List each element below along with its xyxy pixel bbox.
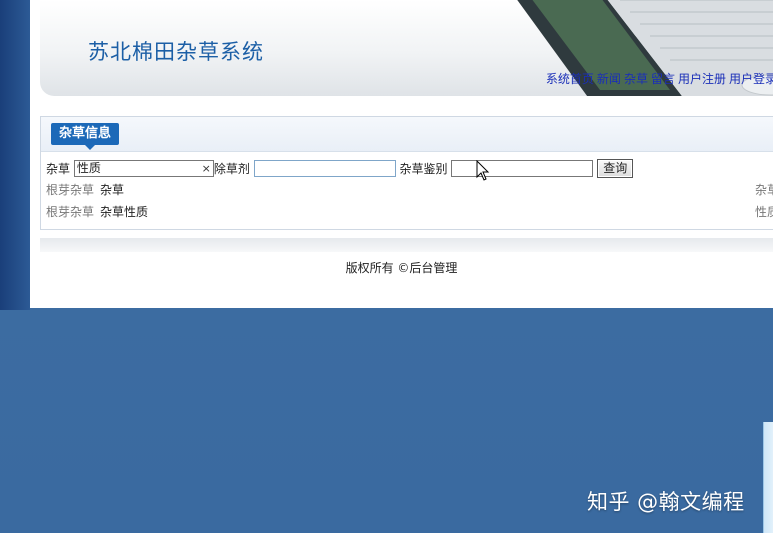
nav-weed-link[interactable]: 杂草 bbox=[624, 72, 648, 86]
list-item-key: 根芽杂草 bbox=[46, 183, 95, 197]
search-form: 杂草 性质 × 除草剂 杂草鉴别 查询 bbox=[46, 159, 634, 179]
watermark-text: 知乎 @翰文编程 bbox=[587, 490, 745, 514]
side-widget[interactable] bbox=[763, 422, 773, 533]
list-item-value[interactable]: 杂草性质 bbox=[100, 205, 148, 219]
tab-weed-info[interactable]: 杂草信息 bbox=[51, 123, 120, 145]
clear-icon[interactable]: × bbox=[202, 161, 211, 176]
nav-login-link[interactable]: 用户登录 bbox=[729, 72, 773, 86]
mouse-cursor-icon bbox=[476, 160, 490, 181]
page-container: 苏北棉田杂草系统 系统首页 新闻 杂草 留言 用户注册 用户登录 杂草信息 杂草… bbox=[30, 0, 773, 308]
nav-message-link[interactable]: 留言 bbox=[651, 72, 675, 86]
identify-input[interactable] bbox=[451, 160, 594, 177]
nav-news-link[interactable]: 新闻 bbox=[597, 72, 621, 86]
herbicide-field-label: 除草剂 bbox=[213, 162, 250, 176]
weed-input[interactable]: 性质 × bbox=[73, 160, 214, 177]
header-banner: 苏北棉田杂草系统 系统首页 新闻 杂草 留言 用户注册 用户登录 bbox=[40, 0, 773, 96]
list-item-right: 性质 bbox=[755, 205, 773, 219]
footer-divider bbox=[40, 238, 773, 252]
list-item-key: 根芽杂草 bbox=[46, 205, 95, 219]
tab-pointer bbox=[85, 145, 95, 150]
top-navigation: 系统首页 新闻 杂草 留言 用户注册 用户登录 bbox=[546, 70, 773, 87]
left-background-strip bbox=[0, 0, 30, 310]
weed-input-value: 性质 bbox=[76, 161, 101, 175]
site-title: 苏北棉田杂草系统 bbox=[88, 40, 264, 64]
nav-register-link[interactable]: 用户注册 bbox=[678, 72, 726, 86]
list-item: 根芽杂草 杂草性质 bbox=[46, 203, 148, 220]
query-button[interactable]: 查询 bbox=[597, 159, 634, 178]
herbicide-input[interactable] bbox=[253, 160, 396, 177]
nav-home-link[interactable]: 系统首页 bbox=[546, 72, 594, 86]
list-item-value[interactable]: 杂草 bbox=[100, 183, 124, 197]
weed-field-label: 杂草 bbox=[46, 162, 71, 176]
weed-info-panel: 杂草信息 杂草 性质 × 除草剂 杂草鉴别 查询 根芽杂草杂草 杂草 根芽杂草杂… bbox=[40, 116, 773, 230]
list-item: 根芽杂草 杂草 bbox=[46, 181, 124, 198]
panel-header: 杂草信息 bbox=[41, 117, 773, 152]
list-item-right: 杂草 bbox=[755, 183, 773, 197]
identify-field-label: 杂草鉴别 bbox=[399, 162, 448, 176]
footer-copyright: 版权所有 ©后台管理 bbox=[345, 261, 458, 275]
